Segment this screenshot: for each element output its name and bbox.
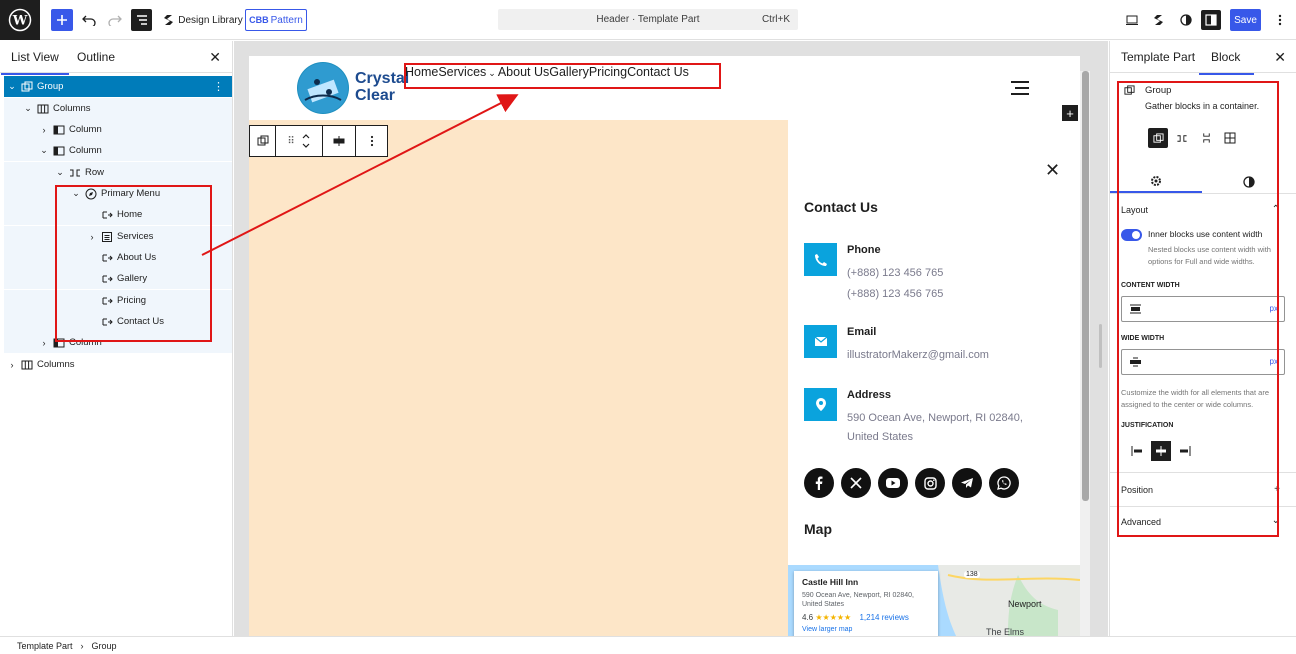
block-card-description: Gather blocks in a container. xyxy=(1145,101,1260,111)
group-variation-icon[interactable] xyxy=(1148,128,1168,148)
unit-selector[interactable]: px xyxy=(1270,357,1278,366)
tab-template-part[interactable]: Template Part xyxy=(1121,50,1195,64)
justification-label: JUSTIFICATION xyxy=(1121,422,1174,429)
chevron-right-icon: › xyxy=(80,640,84,651)
tab-block[interactable]: Block xyxy=(1198,50,1255,75)
row-variation-icon[interactable] xyxy=(1172,128,1192,148)
block-variations xyxy=(1148,128,1240,148)
content-width-toggle[interactable] xyxy=(1121,229,1142,241)
block-settings-panel: Template Part Block ✕ Group Gather block… xyxy=(1109,41,1296,636)
settings-subtabs xyxy=(1110,167,1296,194)
group-icon xyxy=(1124,85,1135,95)
gear-icon[interactable] xyxy=(1110,171,1202,193)
justify-left-icon[interactable] xyxy=(1127,441,1147,461)
position-section-title[interactable]: Position xyxy=(1121,485,1153,495)
justify-right-icon[interactable] xyxy=(1175,441,1195,461)
content-width-label: CONTENT WIDTH xyxy=(1121,282,1180,289)
wide-width-label: WIDE WIDTH xyxy=(1121,335,1165,342)
justification-controls xyxy=(1127,441,1195,461)
plus-icon[interactable]: + xyxy=(1274,484,1280,495)
advanced-section-title[interactable]: Advanced xyxy=(1121,517,1161,527)
unit-selector[interactable]: px xyxy=(1270,304,1278,313)
breadcrumb-item[interactable]: Template Part xyxy=(17,641,73,651)
block-card-title: Group xyxy=(1145,85,1172,96)
width-help-text: Customize the width for all elements tha… xyxy=(1121,388,1269,409)
content-width-icon xyxy=(1130,304,1141,314)
stack-variation-icon[interactable] xyxy=(1196,128,1216,148)
close-icon[interactable]: ✕ xyxy=(1274,49,1286,66)
chevron-up-icon[interactable]: ⌃ xyxy=(1272,204,1280,215)
styles-icon[interactable] xyxy=(1203,171,1295,193)
layout-section-title[interactable]: Layout xyxy=(1121,205,1148,215)
wide-width-field[interactable]: px xyxy=(1121,349,1285,375)
grid-variation-icon[interactable] xyxy=(1220,128,1240,148)
wide-width-icon xyxy=(1130,357,1141,367)
chevron-down-icon[interactable]: ⌄ xyxy=(1272,515,1280,526)
divider xyxy=(1110,472,1296,473)
annotation-arrow xyxy=(201,94,519,256)
toggle-label: Inner blocks use content width xyxy=(1148,229,1263,239)
toggle-help-text: Nested blocks use content width with opt… xyxy=(1148,245,1271,266)
content-width-field[interactable]: px xyxy=(1121,296,1285,322)
right-panel-tabs: Template Part Block ✕ xyxy=(1110,41,1296,75)
breadcrumb: Template Part › Group xyxy=(0,636,1296,654)
justify-center-icon[interactable] xyxy=(1151,441,1171,461)
divider xyxy=(1110,506,1296,507)
breadcrumb-item[interactable]: Group xyxy=(92,641,117,651)
